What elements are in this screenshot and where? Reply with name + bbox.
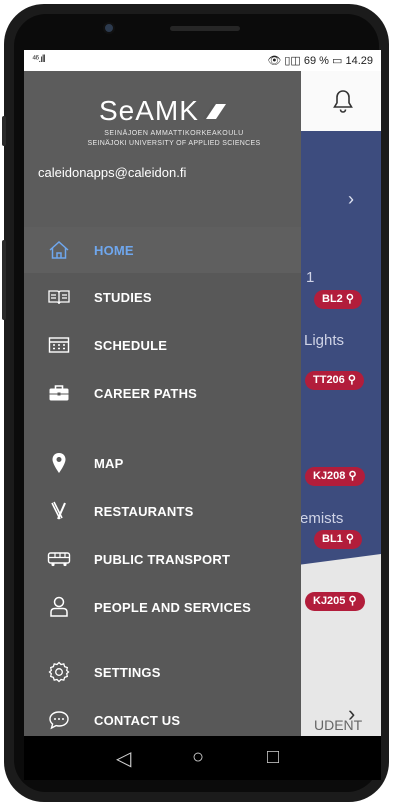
drawer-header: SeAMK SEINÄJOEN AMMATTIKORKEAKOULU SEINÄ…	[24, 71, 301, 241]
menu-label: HOME	[94, 242, 134, 258]
power-button	[2, 240, 6, 320]
menu-item-public-transport[interactable]: PUBLIC TRANSPORT	[24, 536, 301, 582]
menu-label: STUDIES	[94, 289, 152, 305]
volume-button	[2, 116, 6, 146]
status-bar: ⁴⁶.ıll 👁 ▯◫ 69 % ▭ 14.29	[24, 50, 381, 71]
menu-item-contact-us[interactable]: CONTACT US	[24, 697, 301, 736]
menu-label: SETTINGS	[94, 664, 161, 680]
back-button[interactable]: ◁	[116, 746, 131, 771]
menu-label: MAP	[94, 455, 124, 471]
earpiece-speaker	[170, 26, 240, 31]
bg-text: emists	[300, 510, 344, 527]
menu-item-restaurants[interactable]: RESTAURANTS	[24, 488, 301, 534]
cutlery-icon	[24, 501, 94, 521]
chat-icon	[24, 710, 94, 730]
menu-label: CONTACT US	[94, 712, 181, 728]
book-icon	[24, 289, 94, 305]
map-pin-icon	[24, 452, 94, 474]
bell-icon[interactable]	[332, 89, 354, 119]
menu-label: PUBLIC TRANSPORT	[94, 551, 231, 567]
person-icon	[24, 596, 94, 618]
menu-label: CAREER PATHS	[94, 385, 198, 401]
room-badge: BL2 ⚲	[314, 290, 362, 309]
chevron-right-icon[interactable]: ›	[348, 189, 354, 210]
account-email: caleidonapps@caleidon.fi	[38, 165, 187, 180]
room-badge: KJ205 ⚲	[305, 592, 365, 611]
menu-item-settings[interactable]: SETTINGS	[24, 649, 301, 695]
menu-item-map[interactable]: MAP	[24, 440, 301, 486]
home-icon	[24, 240, 94, 260]
menu-label: RESTAURANTS	[94, 503, 194, 519]
menu-label: PEOPLE AND SERVICES	[94, 599, 251, 615]
briefcase-icon	[24, 384, 94, 402]
calendar-icon	[24, 336, 94, 354]
bg-text: Lights	[304, 332, 345, 349]
screen: ⁴⁶.ıll 👁 ▯◫ 69 % ▭ 14.29 › 1 BL2 ⚲ Light…	[24, 50, 381, 780]
recents-button[interactable]: □	[267, 746, 279, 769]
bus-icon	[24, 551, 94, 567]
gear-icon	[24, 661, 94, 683]
room-badge: TT206 ⚲	[305, 371, 364, 390]
status-icons: 👁 ▯◫ 69 % ▭ 14.29	[267, 55, 373, 67]
room-badge: KJ208 ⚲	[305, 467, 365, 486]
bg-text: 1	[306, 269, 315, 286]
android-nav-bar: ◁ ○ □	[24, 736, 381, 780]
menu-item-studies[interactable]: STUDIES	[24, 274, 301, 320]
logo-subtitle-en: SEINÄJOKI UNIVERSITY OF APPLIED SCIENCES	[87, 140, 261, 147]
front-camera	[103, 22, 115, 34]
home-button[interactable]: ○	[192, 746, 204, 769]
menu-label: SCHEDULE	[94, 337, 168, 353]
navigation-drawer: SeAMK SEINÄJOEN AMMATTIKORKEAKOULU SEINÄ…	[24, 71, 301, 736]
menu-item-people-and-services[interactable]: PEOPLE AND SERVICES	[24, 584, 301, 630]
room-badge: BL1 ⚲	[314, 530, 362, 549]
menu-item-schedule[interactable]: SCHEDULE	[24, 322, 301, 368]
logo: SeAMK	[99, 95, 228, 127]
menu-item-home[interactable]: HOME	[24, 227, 301, 273]
menu-item-career-paths[interactable]: CAREER PATHS	[24, 370, 301, 416]
logo-subtitle: SEINÄJOEN AMMATTIKORKEAKOULU	[104, 130, 244, 137]
signal-indicator: ⁴⁶.ıll	[32, 54, 45, 65]
